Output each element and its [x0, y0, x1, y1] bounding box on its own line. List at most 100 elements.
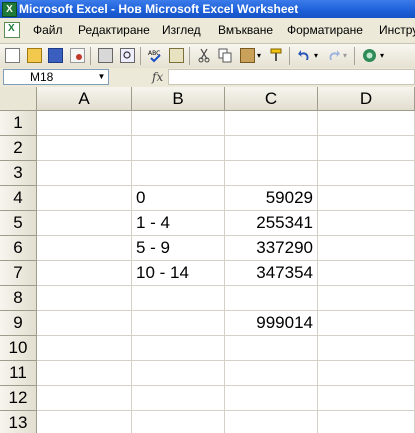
- cell-b11[interactable]: [132, 361, 225, 386]
- cell-a5[interactable]: [37, 211, 132, 236]
- insert-function-icon[interactable]: fx: [152, 70, 163, 84]
- worksheet-grid[interactable]: A B C D 1 2 3 4 0 59029 5 1 - 4 255341 6 5 - 9 3372…: [0, 87, 415, 433]
- toolbar-options-chevron-down-icon[interactable]: ▾: [380, 48, 388, 63]
- row-header-12[interactable]: 12: [0, 386, 37, 411]
- row-header-13[interactable]: 13: [0, 411, 37, 433]
- menu-edit[interactable]: Редактиране: [78, 23, 150, 37]
- cell-c13[interactable]: [225, 411, 318, 433]
- excel-app-icon[interactable]: X: [2, 2, 17, 17]
- cell-b3[interactable]: [132, 161, 225, 186]
- row-header-5[interactable]: 5: [0, 211, 37, 236]
- column-header-a[interactable]: A: [37, 87, 132, 111]
- cell-b7[interactable]: 10 - 14: [132, 261, 225, 286]
- cell-b9[interactable]: [132, 311, 225, 336]
- cell-c1[interactable]: [225, 111, 318, 136]
- row-header-4[interactable]: 4: [0, 186, 37, 211]
- cell-a3[interactable]: [37, 161, 132, 186]
- print-preview-icon[interactable]: [120, 48, 135, 63]
- cell-c10[interactable]: [225, 336, 318, 361]
- cell-d7[interactable]: [318, 261, 415, 286]
- cell-c11[interactable]: [225, 361, 318, 386]
- cut-icon[interactable]: [197, 48, 212, 63]
- paste-icon[interactable]: [240, 48, 255, 63]
- research-icon[interactable]: [169, 48, 184, 63]
- menu-insert[interactable]: Вмъкване: [218, 23, 273, 37]
- cell-a12[interactable]: [37, 386, 132, 411]
- undo-icon[interactable]: [297, 48, 312, 63]
- menu-file[interactable]: Файл: [33, 23, 63, 37]
- cell-c9[interactable]: 999014: [225, 311, 318, 336]
- cell-b2[interactable]: [132, 136, 225, 161]
- undo-chevron-down-icon[interactable]: ▾: [314, 48, 322, 63]
- copy-icon[interactable]: [218, 48, 233, 63]
- cell-d3[interactable]: [318, 161, 415, 186]
- cell-d2[interactable]: [318, 136, 415, 161]
- cell-d13[interactable]: [318, 411, 415, 433]
- cell-d1[interactable]: [318, 111, 415, 136]
- cell-b13[interactable]: [132, 411, 225, 433]
- row-header-8[interactable]: 8: [0, 286, 37, 311]
- column-header-d[interactable]: D: [318, 87, 415, 111]
- save-icon[interactable]: [48, 48, 63, 63]
- row-header-2[interactable]: 2: [0, 136, 37, 161]
- redo-chevron-down-icon[interactable]: ▾: [343, 48, 351, 63]
- cell-c6[interactable]: 337290: [225, 236, 318, 261]
- cell-d8[interactable]: [318, 286, 415, 311]
- row-header-3[interactable]: 3: [0, 161, 37, 186]
- cell-c2[interactable]: [225, 136, 318, 161]
- cell-c4[interactable]: 59029: [225, 186, 318, 211]
- row-header-6[interactable]: 6: [0, 236, 37, 261]
- open-icon[interactable]: [27, 48, 42, 63]
- new-icon[interactable]: [5, 48, 20, 63]
- cell-b12[interactable]: [132, 386, 225, 411]
- cell-d10[interactable]: [318, 336, 415, 361]
- row-header-9[interactable]: 9: [0, 311, 37, 336]
- cell-a10[interactable]: [37, 336, 132, 361]
- cell-b6[interactable]: 5 - 9: [132, 236, 225, 261]
- row-header-10[interactable]: 10: [0, 336, 37, 361]
- name-box[interactable]: M18 ▼: [3, 69, 109, 85]
- menu-format[interactable]: Форматиране: [287, 23, 363, 37]
- column-header-c[interactable]: C: [225, 87, 318, 111]
- cell-c8[interactable]: [225, 286, 318, 311]
- permission-icon[interactable]: [70, 48, 85, 63]
- formula-input[interactable]: [168, 69, 415, 85]
- workbook-icon[interactable]: [4, 22, 20, 38]
- cell-d12[interactable]: [318, 386, 415, 411]
- name-box-chevron-down-icon[interactable]: ▼: [96, 71, 107, 83]
- cell-a6[interactable]: [37, 236, 132, 261]
- cell-b1[interactable]: [132, 111, 225, 136]
- cell-a8[interactable]: [37, 286, 132, 311]
- cell-d9[interactable]: [318, 311, 415, 336]
- cell-d5[interactable]: [318, 211, 415, 236]
- cell-a4[interactable]: [37, 186, 132, 211]
- cell-a1[interactable]: [37, 111, 132, 136]
- row-header-11[interactable]: 11: [0, 361, 37, 386]
- cell-c3[interactable]: [225, 161, 318, 186]
- row-header-1[interactable]: 1: [0, 111, 37, 136]
- cell-b5[interactable]: 1 - 4: [132, 211, 225, 236]
- cell-d11[interactable]: [318, 361, 415, 386]
- cell-a9[interactable]: [37, 311, 132, 336]
- select-all-corner[interactable]: [0, 87, 37, 111]
- row-header-7[interactable]: 7: [0, 261, 37, 286]
- cell-b10[interactable]: [132, 336, 225, 361]
- cell-c12[interactable]: [225, 386, 318, 411]
- format-painter-icon[interactable]: [269, 48, 284, 63]
- cell-a2[interactable]: [37, 136, 132, 161]
- cell-c5[interactable]: 255341: [225, 211, 318, 236]
- paste-options-chevron-down-icon[interactable]: ▾: [257, 48, 265, 63]
- menu-view[interactable]: Изглед: [162, 23, 201, 37]
- cell-c7[interactable]: 347354: [225, 261, 318, 286]
- cell-b4[interactable]: 0: [132, 186, 225, 211]
- column-header-b[interactable]: B: [132, 87, 225, 111]
- cell-a11[interactable]: [37, 361, 132, 386]
- cell-a13[interactable]: [37, 411, 132, 433]
- menu-tools[interactable]: Инстру: [379, 23, 415, 37]
- cell-b8[interactable]: [132, 286, 225, 311]
- help-icon[interactable]: [362, 48, 377, 63]
- spelling-icon[interactable]: ABC: [148, 48, 163, 63]
- print-icon[interactable]: [98, 48, 113, 63]
- cell-d6[interactable]: [318, 236, 415, 261]
- cell-a7[interactable]: [37, 261, 132, 286]
